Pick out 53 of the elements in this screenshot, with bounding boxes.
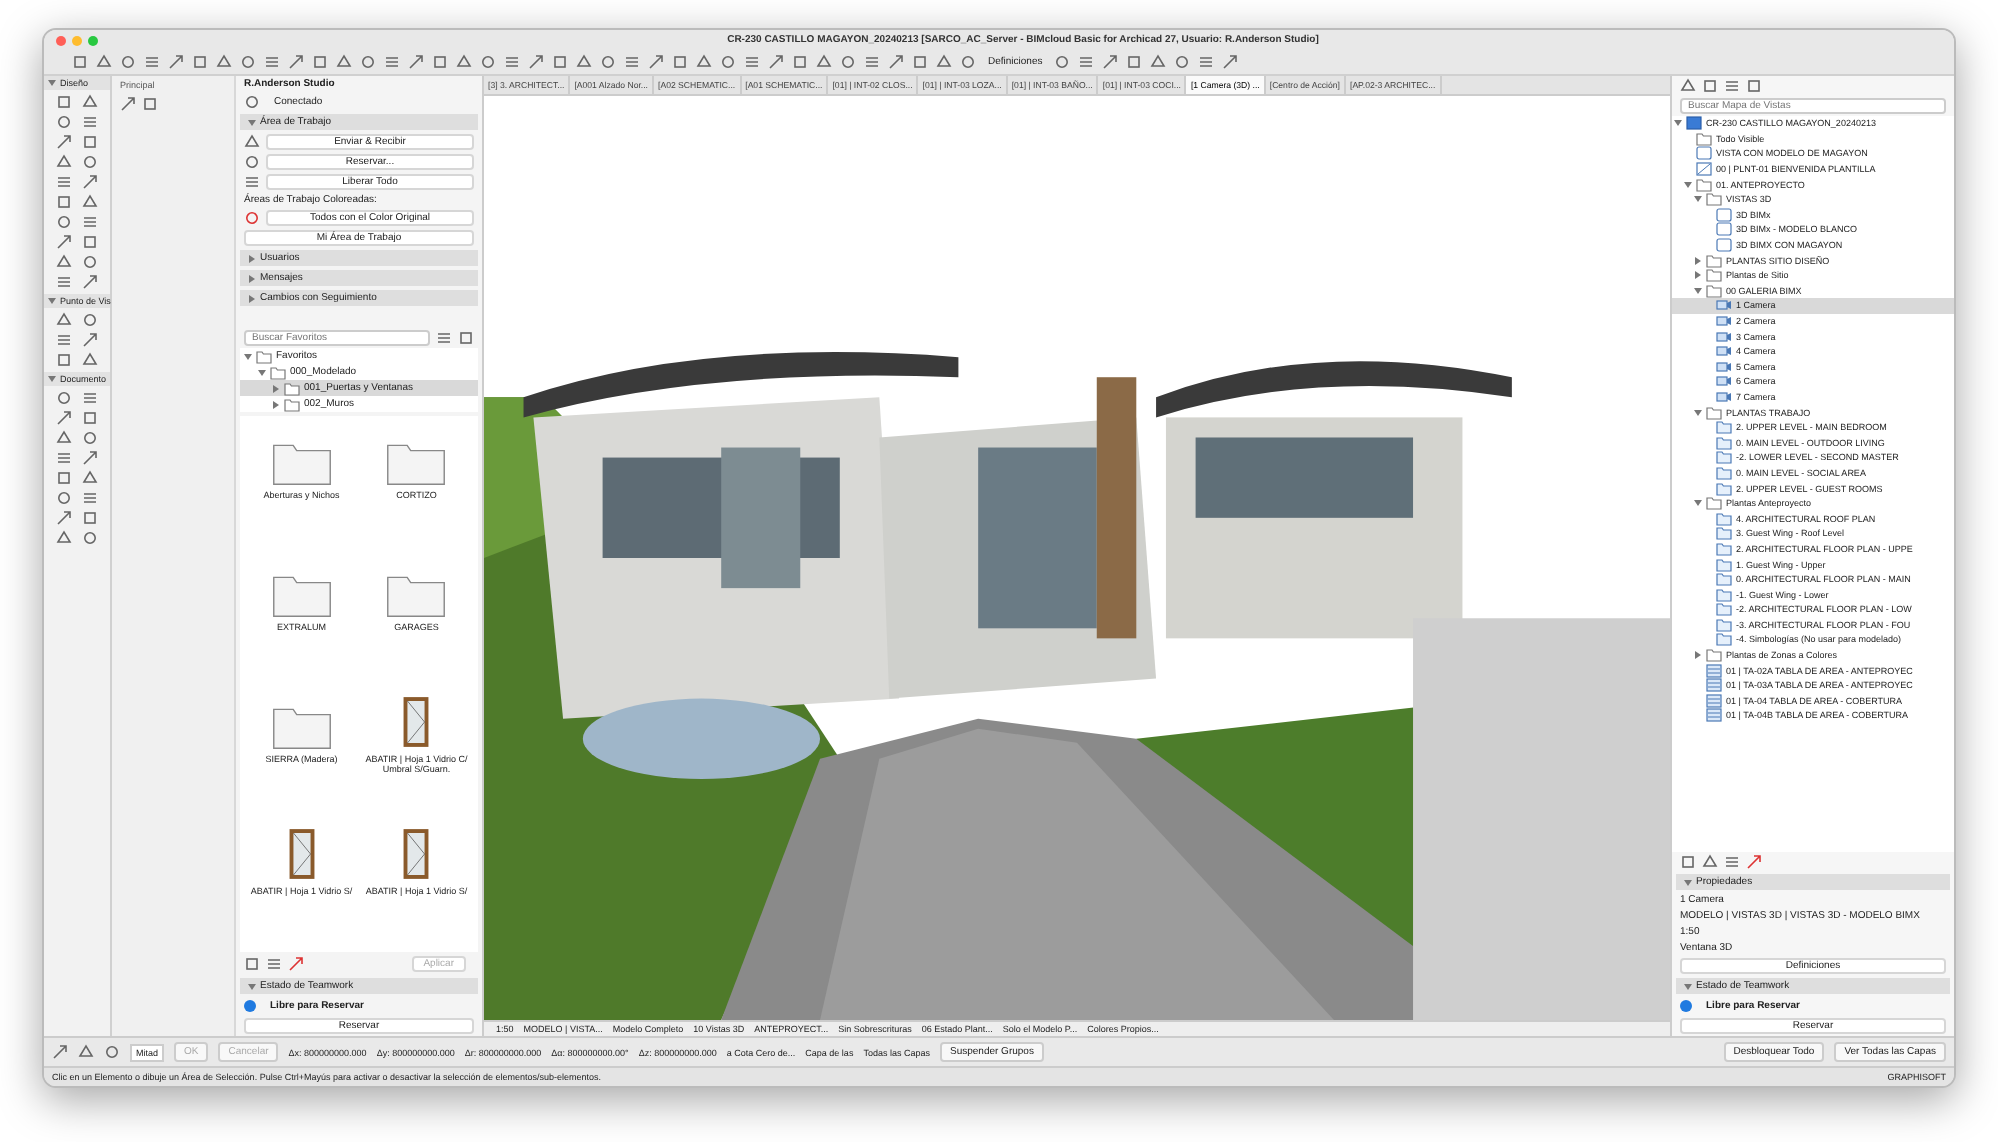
- tool-icon[interactable]: [55, 134, 72, 150]
- tool-icon[interactable]: [82, 490, 99, 506]
- tool-icon[interactable]: [82, 274, 99, 290]
- view-icon: [1696, 146, 1712, 161]
- toolbar-icon[interactable]: [168, 54, 184, 70]
- toolbar-icon[interactable]: [1198, 54, 1215, 70]
- toolbar-icon[interactable]: [624, 54, 640, 70]
- sheet-icon: [1696, 162, 1712, 177]
- tool-icon[interactable]: [82, 114, 99, 130]
- disclosure-triangle-icon[interactable]: [48, 80, 56, 86]
- status-dot: [244, 1000, 256, 1012]
- toolbar-icon[interactable]: [288, 54, 304, 70]
- toolbar-icon[interactable]: [1222, 54, 1239, 70]
- toolbar-icon[interactable]: [1054, 54, 1071, 70]
- toolbar-icon[interactable]: [264, 54, 280, 70]
- arrow-icon[interactable]: [120, 96, 136, 112]
- tool-icon[interactable]: [82, 390, 99, 406]
- toolbar-icon[interactable]: [888, 54, 904, 70]
- tool-icon[interactable]: [55, 450, 72, 466]
- toolbar-icon[interactable]: [408, 54, 424, 70]
- tool-icon[interactable]: [55, 174, 72, 190]
- toolbar-icon[interactable]: [384, 54, 400, 70]
- tool-icon[interactable]: [55, 274, 72, 290]
- toolbar-icon[interactable]: [648, 54, 664, 70]
- tool-icon[interactable]: [82, 214, 99, 230]
- action-icon: [244, 174, 260, 190]
- close-button[interactable]: [56, 35, 66, 45]
- toolbar-icon[interactable]: [144, 54, 160, 70]
- tool-icon[interactable]: [55, 410, 72, 426]
- door-icon: [402, 826, 431, 882]
- tool-icon[interactable]: [82, 450, 99, 466]
- list-view-icon[interactable]: [436, 330, 452, 346]
- toolbar-icon[interactable]: [1102, 54, 1119, 70]
- tool-icon[interactable]: [55, 234, 72, 250]
- disclosure-triangle-icon[interactable]: [48, 298, 56, 304]
- door-icon: [402, 694, 431, 750]
- tool-icon[interactable]: [82, 174, 99, 190]
- toolbar-icon[interactable]: [528, 54, 544, 70]
- disclosure-triangle-icon[interactable]: [48, 376, 56, 382]
- arrow-icon[interactable]: [52, 1044, 68, 1060]
- grid-view-icon[interactable]: [458, 330, 474, 346]
- tool-icon[interactable]: [82, 332, 99, 348]
- project-icon: [1686, 116, 1702, 131]
- rectangle-icon[interactable]: [142, 96, 158, 112]
- toolbar-icon[interactable]: [768, 54, 784, 70]
- toolbar-icon[interactable]: [1078, 54, 1095, 70]
- toolbar-icon[interactable]: [864, 54, 880, 70]
- door-icon: [287, 826, 316, 882]
- toolbar-icon[interactable]: [504, 54, 520, 70]
- tool-icon[interactable]: [55, 332, 72, 348]
- status-dot: [1680, 1000, 1692, 1012]
- toolbar-icon[interactable]: [744, 54, 760, 70]
- tool-icon[interactable]: [55, 510, 72, 526]
